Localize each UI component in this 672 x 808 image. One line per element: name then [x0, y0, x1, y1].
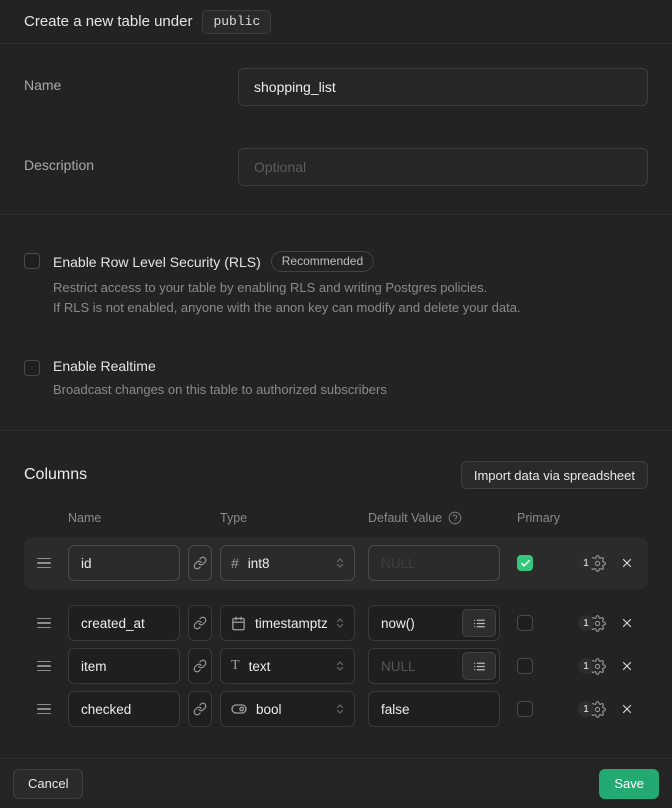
header-default-value: Default Value [368, 511, 442, 525]
close-icon [620, 616, 634, 630]
dialog-title: Create a new table under [24, 13, 192, 30]
realtime-label: Enable Realtime [53, 358, 156, 374]
column-settings-button[interactable]: 1 [578, 701, 606, 718]
column-row-id: # int8 1 [24, 537, 648, 589]
default-value-input[interactable] [368, 545, 500, 581]
realtime-checkbox[interactable] [24, 360, 40, 376]
hash-icon: # [231, 555, 239, 571]
column-type-value: timestamptz [255, 616, 334, 631]
chevrons-updown-icon [334, 557, 346, 569]
suggestions-list-button[interactable] [462, 652, 496, 680]
foreign-key-link-button[interactable] [188, 545, 212, 581]
header-type: Type [220, 511, 368, 525]
form-section: Name Description [0, 44, 672, 214]
import-spreadsheet-button[interactable]: Import data via spreadsheet [461, 461, 648, 489]
dialog-footer: Cancel Save [0, 758, 672, 808]
column-name-input[interactable] [68, 691, 180, 727]
remove-column-button[interactable] [620, 659, 634, 673]
column-settings-button[interactable]: 1 [578, 615, 606, 632]
column-type-select[interactable]: # int8 [220, 545, 355, 581]
dialog-header: Create a new table under public [0, 0, 672, 44]
column-rows: # int8 1 timestamptz [24, 537, 648, 727]
foreign-key-link-button[interactable] [188, 691, 212, 727]
default-value-input[interactable] [368, 691, 500, 727]
header-name: Name [68, 511, 220, 525]
primary-checkbox[interactable] [517, 658, 533, 674]
help-circle-icon[interactable] [448, 511, 462, 525]
description-label: Description [24, 148, 238, 186]
link-icon [193, 702, 207, 716]
column-name-input[interactable] [68, 605, 180, 641]
drag-handle-icon[interactable] [37, 618, 51, 629]
columns-section: Columns Import data via spreadsheet Name… [0, 430, 672, 758]
column-type-select[interactable]: T text [220, 648, 355, 684]
column-row-item: T text 1 [24, 648, 648, 684]
name-label: Name [24, 68, 238, 106]
table-name-input[interactable] [238, 68, 648, 106]
close-icon [620, 702, 634, 716]
column-type-value: bool [256, 702, 334, 717]
settings-count-badge: 1 [578, 701, 594, 717]
column-settings-button[interactable]: 1 [578, 555, 606, 572]
column-type-select[interactable]: timestamptz [220, 605, 355, 641]
link-icon [193, 616, 207, 630]
primary-checkbox[interactable] [517, 701, 533, 717]
columns-title: Columns [24, 466, 87, 484]
toggle-icon [231, 701, 247, 717]
column-name-input[interactable] [68, 545, 180, 581]
close-icon [620, 556, 634, 570]
drag-handle-icon[interactable] [37, 704, 51, 715]
toggles-section: Enable Row Level Security (RLS) Recommen… [0, 214, 672, 430]
primary-checkbox[interactable] [517, 555, 533, 571]
remove-column-button[interactable] [620, 616, 634, 630]
close-icon [620, 659, 634, 673]
chevrons-updown-icon [334, 617, 346, 629]
foreign-key-link-button[interactable] [188, 648, 212, 684]
column-row-checked: bool 1 [24, 691, 648, 727]
chevrons-updown-icon [334, 660, 346, 672]
settings-count-badge: 1 [578, 615, 594, 631]
rls-checkbox[interactable] [24, 253, 40, 269]
calendar-icon [231, 616, 246, 631]
primary-checkbox[interactable] [517, 615, 533, 631]
column-type-value: int8 [248, 556, 334, 571]
cancel-button[interactable]: Cancel [13, 769, 83, 799]
list-icon [473, 617, 486, 630]
rls-description-line1: Restrict access to your table by enablin… [53, 278, 521, 298]
column-row-created_at: timestamptz 1 [24, 605, 648, 641]
text-icon: T [231, 658, 240, 674]
suggestions-list-button[interactable] [462, 609, 496, 637]
chevrons-updown-icon [334, 703, 346, 715]
schema-badge: public [202, 10, 271, 34]
remove-column-button[interactable] [620, 556, 634, 570]
list-icon [473, 660, 486, 673]
column-type-select[interactable]: bool [220, 691, 355, 727]
settings-count-badge: 1 [578, 658, 594, 674]
column-settings-button[interactable]: 1 [578, 658, 606, 675]
recommended-badge: Recommended [271, 251, 374, 272]
column-grid-headers: Name Type Default Value Primary [24, 511, 648, 525]
drag-handle-icon[interactable] [37, 661, 51, 672]
table-description-input[interactable] [238, 148, 648, 186]
link-icon [193, 659, 207, 673]
settings-count-badge: 1 [578, 555, 594, 571]
link-icon [193, 556, 207, 570]
remove-column-button[interactable] [620, 702, 634, 716]
save-button[interactable]: Save [599, 769, 659, 799]
rls-description-line2: If RLS is not enabled, anyone with the a… [53, 298, 521, 318]
realtime-description: Broadcast changes on this table to autho… [53, 380, 387, 400]
column-type-value: text [249, 659, 334, 674]
drag-handle-icon[interactable] [37, 558, 51, 569]
column-name-input[interactable] [68, 648, 180, 684]
create-table-dialog: Create a new table under public Name Des… [0, 0, 672, 787]
rls-label: Enable Row Level Security (RLS) [53, 254, 261, 270]
header-primary: Primary [517, 511, 560, 525]
foreign-key-link-button[interactable] [188, 605, 212, 641]
